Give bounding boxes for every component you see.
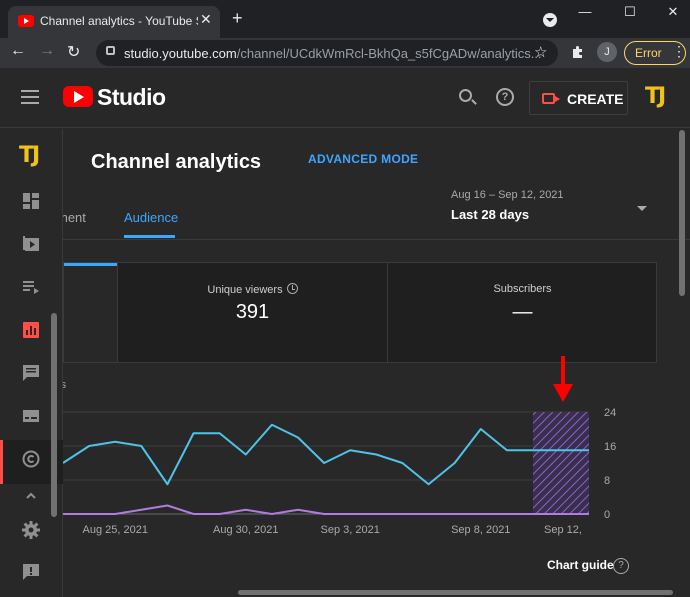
- address-url[interactable]: studio.youtube.com/channel/UCdkWmRcl-Bkh…: [124, 46, 542, 61]
- series-line-1[interactable]: [63, 504, 589, 515]
- reload-button[interactable]: ↻: [67, 42, 80, 62]
- active-tab-indicator: [124, 235, 175, 238]
- x-tick-label: Sep 8, 2021: [451, 524, 510, 536]
- y-tick-label: 24: [604, 407, 616, 419]
- tab-search-icon[interactable]: [543, 13, 557, 27]
- sidebar: TJ: [0, 129, 63, 597]
- hamburger-menu-icon[interactable]: [21, 90, 39, 104]
- menu-dots-icon[interactable]: ⋮: [672, 43, 686, 60]
- metric-card-unique-viewers[interactable]: Unique viewers 391: [117, 263, 387, 362]
- metric-value: 391: [235, 301, 270, 323]
- comments-icon[interactable]: [21, 363, 41, 383]
- main-scrollbar[interactable]: [678, 129, 686, 589]
- incomplete-data-hatch: [533, 412, 589, 514]
- create-label: CREATE: [567, 91, 624, 107]
- profile-avatar[interactable]: J: [597, 42, 617, 62]
- metric-card-returning[interactable]: [64, 263, 117, 362]
- tab-engagement[interactable]: ment: [63, 210, 86, 225]
- video-camera-icon: [542, 93, 560, 104]
- tab-audience[interactable]: Audience: [124, 210, 178, 225]
- window-close-button[interactable]: ✕: [658, 4, 688, 20]
- x-tick-label: Aug 25, 2021: [82, 524, 147, 536]
- sidebar-scrollbar[interactable]: [51, 313, 57, 517]
- help-circle-icon[interactable]: ?: [613, 558, 629, 574]
- metric-title: Unique viewers: [118, 283, 387, 296]
- forward-button[interactable]: →: [39, 42, 55, 60]
- analytics-icon[interactable]: [21, 320, 41, 340]
- copyright-icon[interactable]: [21, 449, 41, 469]
- chart-guide-link[interactable]: Chart guide: [547, 558, 614, 572]
- channel-avatar[interactable]: TJ: [645, 84, 666, 109]
- horizontal-scrollbar[interactable]: [238, 590, 673, 595]
- maximize-button[interactable]: ☐: [615, 4, 645, 20]
- content-icon[interactable]: [21, 234, 41, 254]
- y-tick-label: 8: [604, 475, 610, 487]
- tab-divider: [63, 239, 690, 240]
- studio-header: Studio ? CREATE TJ: [0, 68, 690, 128]
- studio-logo-text[interactable]: Studio: [97, 84, 166, 111]
- address-bar[interactable]: studio.youtube.com/channel/UCdkWmRcl-Bkh…: [96, 40, 558, 66]
- back-button[interactable]: ←: [10, 42, 26, 60]
- metric-title: Subscribers: [493, 283, 552, 295]
- subtitles-icon[interactable]: [21, 406, 41, 426]
- scrollbar-thumb[interactable]: [679, 130, 685, 296]
- x-tick-label: Sep 12,: [544, 524, 582, 536]
- dropdown-caret-icon[interactable]: [637, 206, 647, 211]
- youtube-logo-icon[interactable]: [63, 86, 93, 107]
- browser-tab-bar: Channel analytics - YouTube Stud ✕ + — ☐…: [0, 0, 690, 38]
- y-tick-label: 0: [604, 509, 610, 521]
- tab-close-icon[interactable]: ✕: [200, 11, 212, 28]
- feedback-icon[interactable]: [21, 562, 41, 582]
- advanced-mode-button[interactable]: ADVANCED MODE: [308, 152, 418, 166]
- x-tick-label: Aug 30, 2021: [213, 524, 278, 536]
- help-icon[interactable]: ?: [496, 88, 514, 106]
- chevron-up-icon[interactable]: [21, 489, 41, 501]
- metric-value: —: [512, 301, 533, 323]
- settings-icon[interactable]: [21, 520, 41, 540]
- browser-toolbar: ← → ↻ studio.youtube.com/channel/UCdkWmR…: [0, 38, 690, 68]
- search-icon[interactable]: [459, 89, 472, 102]
- audience-line-chart[interactable]: 24 16 8 0 Aug 25, 2021 Aug 30, 2021 Sep 3, 20…: [63, 375, 657, 545]
- youtube-favicon-icon: [18, 15, 34, 27]
- metric-cards: Unique viewers 391 Subscribers —: [63, 262, 657, 363]
- date-range-text[interactable]: Aug 16 – Sep 12, 2021: [451, 189, 564, 201]
- create-button[interactable]: CREATE: [529, 81, 628, 115]
- puzzle-icon[interactable]: [570, 44, 586, 63]
- minimize-button[interactable]: —: [570, 4, 600, 19]
- metric-card-subscribers[interactable]: Subscribers —: [387, 263, 657, 362]
- lock-icon[interactable]: [106, 46, 115, 55]
- x-tick-label: Sep 3, 2021: [321, 524, 380, 536]
- sidebar-channel-avatar[interactable]: TJ: [19, 143, 40, 168]
- page-title: Channel analytics: [91, 151, 262, 173]
- playlists-icon[interactable]: [21, 277, 41, 297]
- clock-icon: [286, 283, 298, 294]
- dashboard-icon[interactable]: [21, 191, 41, 211]
- period-selector[interactable]: Last 28 days: [451, 207, 529, 222]
- bookmark-star-icon[interactable]: ☆: [534, 43, 547, 61]
- series-line-0[interactable]: [63, 423, 589, 486]
- y-tick-label: 16: [604, 441, 616, 453]
- browser-tab[interactable]: Channel analytics - YouTube Stud ✕: [8, 6, 220, 38]
- main-content: Channel analytics ADVANCED MODE Aug 16 –…: [63, 129, 690, 597]
- new-tab-button[interactable]: +: [232, 8, 243, 29]
- tab-title: Channel analytics - YouTube Stud: [40, 14, 198, 28]
